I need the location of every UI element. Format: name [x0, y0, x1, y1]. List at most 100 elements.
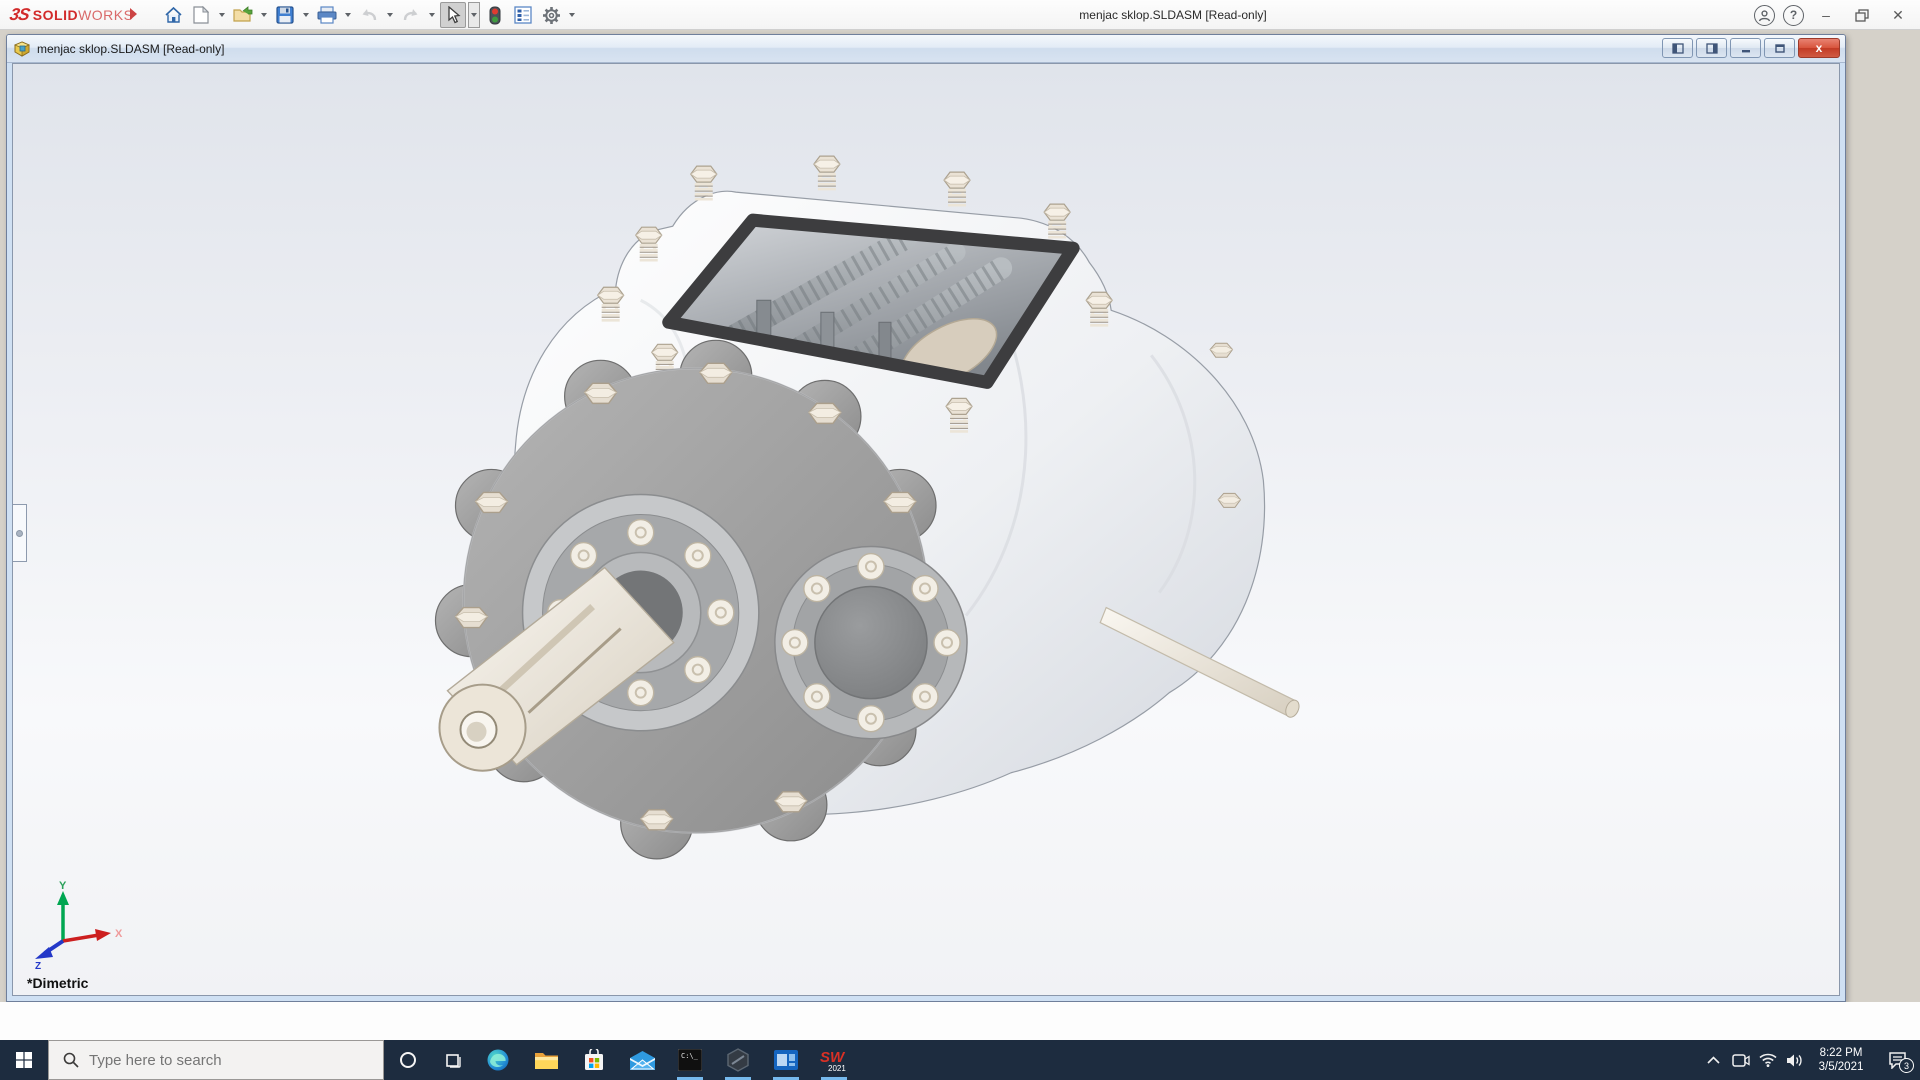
restore-icon	[1855, 8, 1869, 22]
clock-time: 8:22 PM	[1819, 1047, 1863, 1059]
taskbar-app-solidworks[interactable]: SW 2021	[810, 1040, 858, 1080]
document-restore-button[interactable]	[1764, 38, 1795, 58]
new-document-button[interactable]	[188, 2, 214, 28]
tray-overflow-chevron[interactable]	[1700, 1040, 1727, 1080]
file-properties-icon	[514, 6, 532, 24]
search-input[interactable]	[89, 1051, 349, 1069]
redo-dropdown-caret[interactable]	[426, 2, 438, 28]
taskbar-app-edge[interactable]	[474, 1040, 522, 1080]
print-icon	[317, 6, 337, 24]
save-icon	[276, 6, 294, 24]
document-minimize-button[interactable]	[1730, 38, 1761, 58]
gear-icon	[542, 6, 560, 24]
window-title: menjac sklop.SLDASM [Read-only]	[1079, 8, 1267, 22]
select-cursor-icon	[447, 6, 461, 24]
file-properties-button[interactable]	[510, 2, 536, 28]
pane-right-toggle-button[interactable]	[1696, 38, 1727, 58]
graphics-viewport[interactable]: Y X Z *Dimetric	[12, 63, 1840, 996]
axis-x-label: X	[115, 928, 123, 940]
task-view-button[interactable]	[432, 1040, 474, 1080]
document-titlebar[interactable]: menjac sklop.SLDASM [Read-only] x	[7, 35, 1845, 63]
clock-date: 3/5/2021	[1818, 1061, 1864, 1073]
home-button[interactable]	[160, 2, 186, 28]
redo-button[interactable]	[398, 2, 424, 28]
print-button[interactable]	[314, 2, 340, 28]
close-button[interactable]: ✕	[1884, 3, 1912, 27]
feature-manager-collapsed-tab[interactable]	[13, 504, 27, 562]
search-icon	[63, 1052, 79, 1068]
save-dropdown-caret[interactable]	[300, 2, 312, 28]
start-button[interactable]	[0, 1040, 48, 1080]
notification-badge: 3	[1899, 1058, 1914, 1073]
options-dropdown-caret[interactable]	[566, 2, 578, 28]
layshaft-bearing-cover[interactable]	[774, 545, 968, 740]
select-tool-button[interactable]	[440, 2, 466, 28]
network-button[interactable]	[1754, 1040, 1781, 1080]
status-bar	[0, 1002, 1920, 1040]
taskbar-app-window-tool[interactable]	[762, 1040, 810, 1080]
redo-icon	[403, 9, 418, 21]
pane-left-toggle-button[interactable]	[1662, 38, 1693, 58]
app-titlebar: 3S SOLID WORKS menjac sklop.SLDASM [Read…	[0, 0, 1920, 30]
taskbar-clock[interactable]: 8:22 PM 3/5/2021	[1808, 1046, 1874, 1074]
new-document-dropdown-caret[interactable]	[216, 2, 228, 28]
doc-restore-icon	[1774, 43, 1785, 53]
action-center-button[interactable]: 3	[1874, 1040, 1920, 1080]
volume-button[interactable]	[1781, 1040, 1808, 1080]
taskbar-app-hex-tool[interactable]	[714, 1040, 762, 1080]
window-app-icon	[774, 1050, 798, 1070]
save-button[interactable]	[272, 2, 298, 28]
user-icon	[1758, 9, 1771, 21]
undo-dropdown-caret[interactable]	[384, 2, 396, 28]
taskbar-app-store[interactable]	[570, 1040, 618, 1080]
system-tray: 8:22 PM 3/5/2021 3	[1700, 1040, 1920, 1080]
cortana-icon	[400, 1052, 416, 1068]
document-close-button[interactable]: x	[1798, 38, 1840, 58]
axis-z-label: Z	[35, 961, 41, 969]
sw-year-text: 2021	[828, 1064, 846, 1073]
solidworks-2021-icon: SW 2021	[820, 1049, 846, 1073]
reference-triad: Y X Z	[35, 880, 123, 969]
task-view-icon	[445, 1053, 461, 1068]
minimize-button[interactable]: –	[1812, 3, 1840, 27]
account-button[interactable]	[1754, 4, 1775, 26]
undo-button[interactable]	[356, 2, 382, 28]
doc-close-glyph: x	[1815, 41, 1823, 55]
window-controls: ? – ✕	[1754, 0, 1912, 30]
pane-right-icon	[1705, 42, 1718, 54]
select-dropdown-caret[interactable]	[468, 2, 480, 28]
menu-expand-arrow-icon[interactable]	[130, 8, 137, 20]
taskbar-search[interactable]	[48, 1040, 384, 1080]
brand-glyph: 3S	[8, 5, 31, 24]
open-folder-icon	[233, 6, 253, 22]
print-dropdown-caret[interactable]	[342, 2, 354, 28]
taskbar-app-command-prompt[interactable]: C:\_	[666, 1040, 714, 1080]
taskbar-app-file-explorer[interactable]	[522, 1040, 570, 1080]
mail-icon	[629, 1050, 655, 1070]
taskbar-app-mail[interactable]	[618, 1040, 666, 1080]
rebuild-button[interactable]	[482, 2, 508, 28]
close-glyph: ✕	[1892, 6, 1904, 23]
quick-access-toolbar	[160, 1, 578, 29]
meet-now-button[interactable]	[1727, 1040, 1754, 1080]
view-orientation-label: *Dimetric	[27, 975, 89, 991]
document-window-buttons: x	[1662, 38, 1840, 58]
options-button[interactable]	[538, 2, 564, 28]
document-window: menjac sklop.SLDASM [Read-only] x Y X Z …	[6, 34, 1846, 1002]
cortana-button[interactable]	[384, 1040, 432, 1080]
file-explorer-icon	[534, 1053, 558, 1069]
hexagon-app-icon	[727, 1048, 749, 1072]
gearbox-3d-model[interactable]	[13, 64, 1839, 995]
restore-button[interactable]	[1848, 3, 1876, 27]
help-glyph: ?	[1789, 8, 1798, 22]
wifi-icon	[1758, 1053, 1777, 1067]
home-icon	[164, 6, 182, 23]
windows-logo-icon	[16, 1052, 32, 1068]
pane-left-icon	[1671, 42, 1684, 54]
open-dropdown-caret[interactable]	[258, 2, 270, 28]
speaker-icon	[1786, 1054, 1802, 1066]
edge-icon	[487, 1049, 509, 1071]
windows-taskbar: C:\_ SW 2021	[0, 1040, 1920, 1080]
help-button[interactable]: ?	[1783, 4, 1804, 26]
open-button[interactable]	[230, 2, 256, 28]
